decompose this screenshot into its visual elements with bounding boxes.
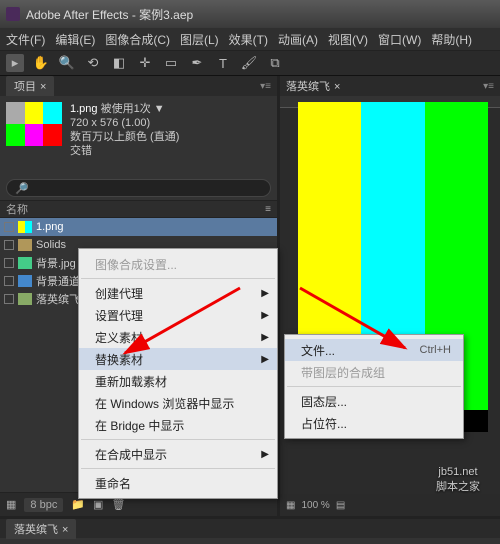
hand-tool[interactable]: ✋ bbox=[32, 54, 50, 72]
menu-item: 图像合成设置... bbox=[79, 253, 277, 275]
item-icon bbox=[18, 275, 32, 287]
checkbox[interactable] bbox=[4, 240, 14, 250]
list-header[interactable]: 名称 ≡ bbox=[0, 200, 277, 218]
menu-item[interactable]: 在 Windows 浏览器中显示 bbox=[79, 392, 277, 414]
viewer-tab-row: 落英缤飞× ▾≡ bbox=[280, 76, 500, 96]
item-icon bbox=[18, 257, 32, 269]
panel-menu-icon[interactable]: ▾≡ bbox=[260, 81, 271, 92]
item-label: 1.png bbox=[36, 221, 64, 233]
item-icon bbox=[18, 221, 32, 233]
menu-item[interactable]: 定义素材▶ bbox=[79, 326, 277, 348]
menu-item[interactable]: 固态层... bbox=[285, 390, 463, 412]
submenu-arrow-icon: ▶ bbox=[261, 449, 269, 460]
menu-help[interactable]: 帮助(H) bbox=[431, 31, 472, 48]
timeline-tab[interactable]: 落英缤飞× bbox=[6, 519, 76, 539]
close-icon[interactable]: × bbox=[334, 81, 340, 93]
rotate-tool[interactable]: ⟲ bbox=[84, 54, 102, 72]
menu-item[interactable]: 在合成中显示▶ bbox=[79, 443, 277, 465]
region-button[interactable]: ▦ bbox=[286, 500, 295, 511]
close-icon[interactable]: × bbox=[62, 524, 68, 536]
menu-separator bbox=[81, 278, 275, 279]
footage-info: 1.png 被使用1次 ▼ 720 x 576 (1.00) 数百万以上颜色 (… bbox=[70, 102, 179, 170]
list-item[interactable]: 1.png bbox=[0, 218, 277, 236]
menu-separator bbox=[287, 386, 461, 387]
title-bar: Adobe After Effects - 案例3.aep bbox=[0, 0, 500, 28]
submenu: 文件...Ctrl+H带图层的合成组固态层...占位符... bbox=[284, 334, 464, 439]
grid-button[interactable]: ▤ bbox=[336, 500, 345, 511]
submenu-arrow-icon: ▶ bbox=[261, 310, 269, 321]
item-label: 落英缤飞 bbox=[36, 291, 80, 307]
submenu-arrow-icon: ▶ bbox=[261, 288, 269, 299]
search-icon: 🔎 bbox=[15, 182, 29, 195]
timeline-tab-row: 落英缤飞× bbox=[0, 516, 500, 538]
menu-view[interactable]: 视图(V) bbox=[328, 31, 368, 48]
item-label: Solids bbox=[36, 239, 66, 251]
new-folder-button[interactable]: 📁 bbox=[71, 498, 85, 511]
bpc-indicator[interactable]: 8 bpc bbox=[24, 498, 63, 512]
menu-separator bbox=[81, 468, 275, 469]
zoom-tool[interactable]: 🔍 bbox=[58, 54, 76, 72]
menu-edit[interactable]: 编辑(E) bbox=[55, 31, 95, 48]
menu-item[interactable]: 创建代理▶ bbox=[79, 282, 277, 304]
checkbox[interactable] bbox=[4, 276, 14, 286]
app-icon bbox=[6, 7, 20, 21]
menu-item[interactable]: 重命名 bbox=[79, 472, 277, 494]
project-tab[interactable]: 项目× bbox=[6, 76, 54, 96]
menu-item[interactable]: 设置代理▶ bbox=[79, 304, 277, 326]
shortcut-label: Ctrl+H bbox=[420, 344, 451, 356]
menu-item[interactable]: 在 Bridge 中显示 bbox=[79, 414, 277, 436]
menu-layer[interactable]: 图层(L) bbox=[180, 31, 219, 48]
new-comp-button[interactable]: ▣ bbox=[93, 498, 103, 511]
checkbox[interactable] bbox=[4, 222, 14, 232]
menu-item: 带图层的合成组 bbox=[285, 361, 463, 383]
menu-item[interactable]: 重新加载素材 bbox=[79, 370, 277, 392]
checkbox[interactable] bbox=[4, 258, 14, 268]
header-menu-icon[interactable]: ≡ bbox=[265, 204, 271, 215]
rect-tool[interactable]: ▭ bbox=[162, 54, 180, 72]
dropdown-icon[interactable]: ▼ bbox=[154, 103, 165, 115]
menu-window[interactable]: 窗口(W) bbox=[378, 31, 421, 48]
zoom-indicator[interactable]: 100 % bbox=[301, 500, 329, 511]
menu-item[interactable]: 替换素材▶ bbox=[79, 348, 277, 370]
trash-button[interactable]: 🗑 bbox=[111, 498, 125, 511]
footage-thumbnail bbox=[6, 102, 62, 146]
search-input[interactable]: 🔎 bbox=[6, 179, 271, 197]
context-menu: 图像合成设置... 创建代理▶设置代理▶定义素材▶替换素材▶重新加载素材在 Win… bbox=[78, 248, 278, 499]
item-label: 背景.jpg bbox=[36, 255, 76, 271]
anchor-tool[interactable]: ✛ bbox=[136, 54, 154, 72]
panel-menu-icon[interactable]: ▾≡ bbox=[483, 81, 494, 92]
menu-item[interactable]: 文件...Ctrl+H bbox=[285, 339, 463, 361]
text-tool[interactable]: T bbox=[214, 54, 232, 72]
menu-effect[interactable]: 效果(T) bbox=[229, 31, 268, 48]
submenu-arrow-icon: ▶ bbox=[261, 332, 269, 343]
interpret-button[interactable]: ▦ bbox=[6, 498, 16, 511]
window-title: Adobe After Effects - 案例3.aep bbox=[26, 6, 193, 23]
viewer-tab[interactable]: 落英缤飞× bbox=[286, 78, 340, 94]
item-icon bbox=[18, 239, 32, 251]
viewer-footer: ▦ 100 % ▤ bbox=[280, 494, 500, 516]
item-icon bbox=[18, 293, 32, 305]
stamp-tool[interactable]: ⧉ bbox=[266, 54, 284, 72]
composition-viewer: 落英缤飞× ▾≡ ▦ 100 % ▤ bbox=[280, 76, 500, 516]
menu-animation[interactable]: 动画(A) bbox=[278, 31, 318, 48]
menu-item[interactable]: 占位符... bbox=[285, 412, 463, 434]
pen-tool[interactable]: ✒ bbox=[188, 54, 206, 72]
tool-bar: ▸ ✋ 🔍 ⟲ ◧ ✛ ▭ ✒ T 🖌 ⧉ bbox=[0, 50, 500, 76]
brush-tool[interactable]: 🖌 bbox=[240, 54, 258, 72]
watermark: jb51.net 脚本之家 bbox=[436, 466, 480, 494]
submenu-arrow-icon: ▶ bbox=[261, 354, 269, 365]
menu-composition[interactable]: 图像合成(C) bbox=[105, 31, 170, 48]
menu-separator bbox=[81, 439, 275, 440]
selection-tool[interactable]: ▸ bbox=[6, 54, 24, 72]
project-tab-row: 项目× ▾≡ bbox=[0, 76, 277, 96]
camera-tool[interactable]: ◧ bbox=[110, 54, 128, 72]
menu-bar: 文件(F) 编辑(E) 图像合成(C) 图层(L) 效果(T) 动画(A) 视图… bbox=[0, 28, 500, 50]
close-icon[interactable]: × bbox=[40, 81, 46, 93]
checkbox[interactable] bbox=[4, 294, 14, 304]
menu-file[interactable]: 文件(F) bbox=[6, 31, 45, 48]
